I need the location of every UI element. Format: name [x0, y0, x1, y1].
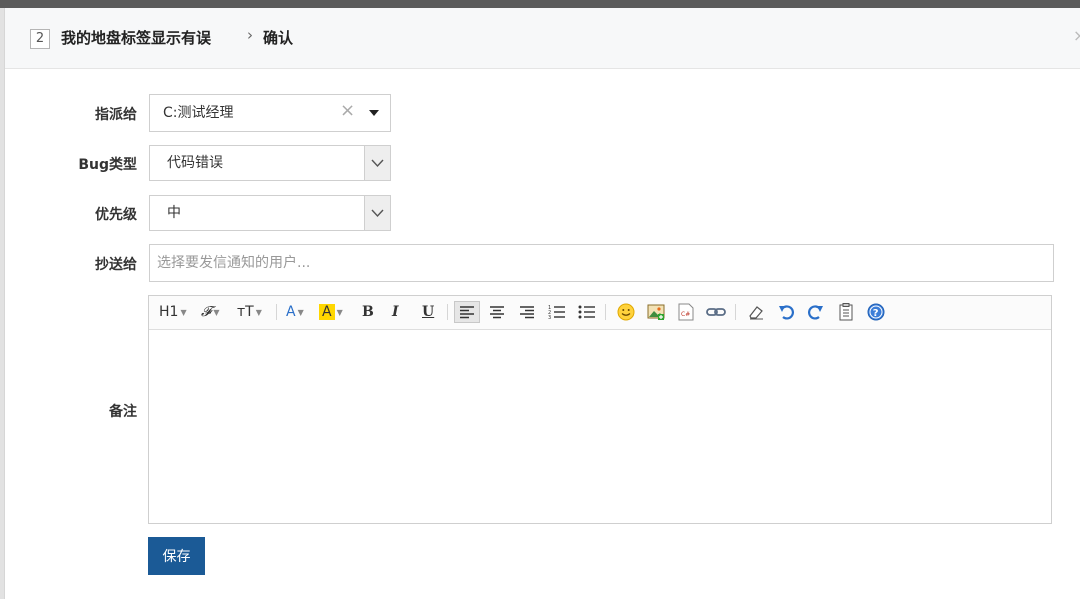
- help-icon[interactable]: ?: [865, 301, 887, 323]
- undo-icon[interactable]: [775, 301, 797, 323]
- align-left-icon[interactable]: [454, 301, 480, 323]
- ordered-list-icon[interactable]: 123: [546, 301, 568, 323]
- editor-toolbar: H1 ▼ 𝓕 ▼ тT ▼ A ▼ A ▼ B I U 123 C# ?: [149, 296, 1051, 330]
- comment-editor-area[interactable]: [149, 330, 1051, 523]
- assign-value: C:测试经理: [163, 105, 234, 121]
- toolbar-separator: [276, 304, 277, 320]
- font-size-icon[interactable]: тT ▼: [237, 301, 262, 323]
- font-family-icon[interactable]: 𝓕 ▼: [201, 301, 220, 323]
- cc-label: 抄送给: [95, 257, 137, 273]
- svg-text:?: ?: [873, 308, 879, 319]
- heading-icon[interactable]: H1 ▼: [159, 301, 187, 323]
- priority-label: 优先级: [95, 207, 137, 223]
- toolbar-separator: [605, 304, 606, 320]
- bold-label: B: [362, 304, 374, 320]
- eraser-icon[interactable]: [745, 301, 767, 323]
- comment-label: 备注: [109, 404, 137, 420]
- priority-select[interactable]: 中: [149, 195, 391, 231]
- svg-text:C#: C#: [681, 311, 690, 318]
- font-color-icon[interactable]: A ▼: [286, 301, 304, 323]
- emoticon-icon[interactable]: [615, 301, 637, 323]
- italic-label: I: [392, 304, 399, 320]
- toolbar-separator: [735, 304, 736, 320]
- align-right-icon[interactable]: [516, 301, 538, 323]
- rich-text-editor: H1 ▼ 𝓕 ▼ тT ▼ A ▼ A ▼ B I U 123 C# ?: [148, 295, 1052, 524]
- caret-down-icon[interactable]: [369, 110, 379, 116]
- assign-label: 指派给: [95, 107, 137, 123]
- save-button[interactable]: 保存: [148, 537, 205, 575]
- underline-icon[interactable]: U: [422, 301, 434, 323]
- close-icon[interactable]: ×: [1073, 26, 1080, 45]
- highlight-icon[interactable]: A ▼: [319, 301, 343, 323]
- select-toggle[interactable]: [364, 146, 390, 180]
- code-icon[interactable]: C#: [675, 301, 697, 323]
- unordered-list-icon[interactable]: [576, 301, 598, 323]
- action-title: 确认: [263, 29, 294, 47]
- bug-type-select[interactable]: 代码错误: [149, 145, 391, 181]
- priority-value: 中: [167, 205, 181, 221]
- link-icon[interactable]: [705, 301, 727, 323]
- assign-select[interactable]: C:测试经理 ×: [149, 94, 391, 132]
- bug-type-value: 代码错误: [167, 155, 223, 171]
- bug-title: 我的地盘标签显示有误: [61, 29, 212, 47]
- paste-word-icon[interactable]: [835, 301, 857, 323]
- bold-icon[interactable]: B: [362, 301, 374, 323]
- cc-placeholder: 选择要发信通知的用户...: [157, 255, 311, 271]
- heading-label: H1: [159, 304, 179, 320]
- chevron-down-icon: [371, 209, 384, 218]
- clear-icon[interactable]: ×: [340, 100, 355, 122]
- cc-input[interactable]: 选择要发信通知的用户...: [149, 244, 1054, 282]
- bug-type-label: Bug类型: [78, 157, 137, 173]
- window-top-bar: [0, 0, 1080, 8]
- align-center-icon[interactable]: [486, 301, 508, 323]
- toolbar-separator: [447, 304, 448, 320]
- italic-icon[interactable]: I: [392, 301, 399, 323]
- chevron-down-icon: [371, 159, 384, 168]
- svg-text:3: 3: [548, 315, 551, 320]
- image-icon[interactable]: [645, 301, 667, 323]
- font-color-label: A: [286, 304, 296, 320]
- breadcrumb-separator: ›: [247, 26, 253, 44]
- bug-id-badge: 2: [30, 29, 50, 49]
- select-toggle[interactable]: [364, 196, 390, 230]
- highlight-label: A: [319, 304, 335, 320]
- font-size-label: тT: [237, 304, 254, 320]
- underline-label: U: [422, 304, 435, 320]
- modal-header: 2 我的地盘标签显示有误 › 确认 ×: [5, 8, 1080, 69]
- font-family-label: 𝓕: [201, 304, 212, 320]
- redo-icon[interactable]: [805, 301, 827, 323]
